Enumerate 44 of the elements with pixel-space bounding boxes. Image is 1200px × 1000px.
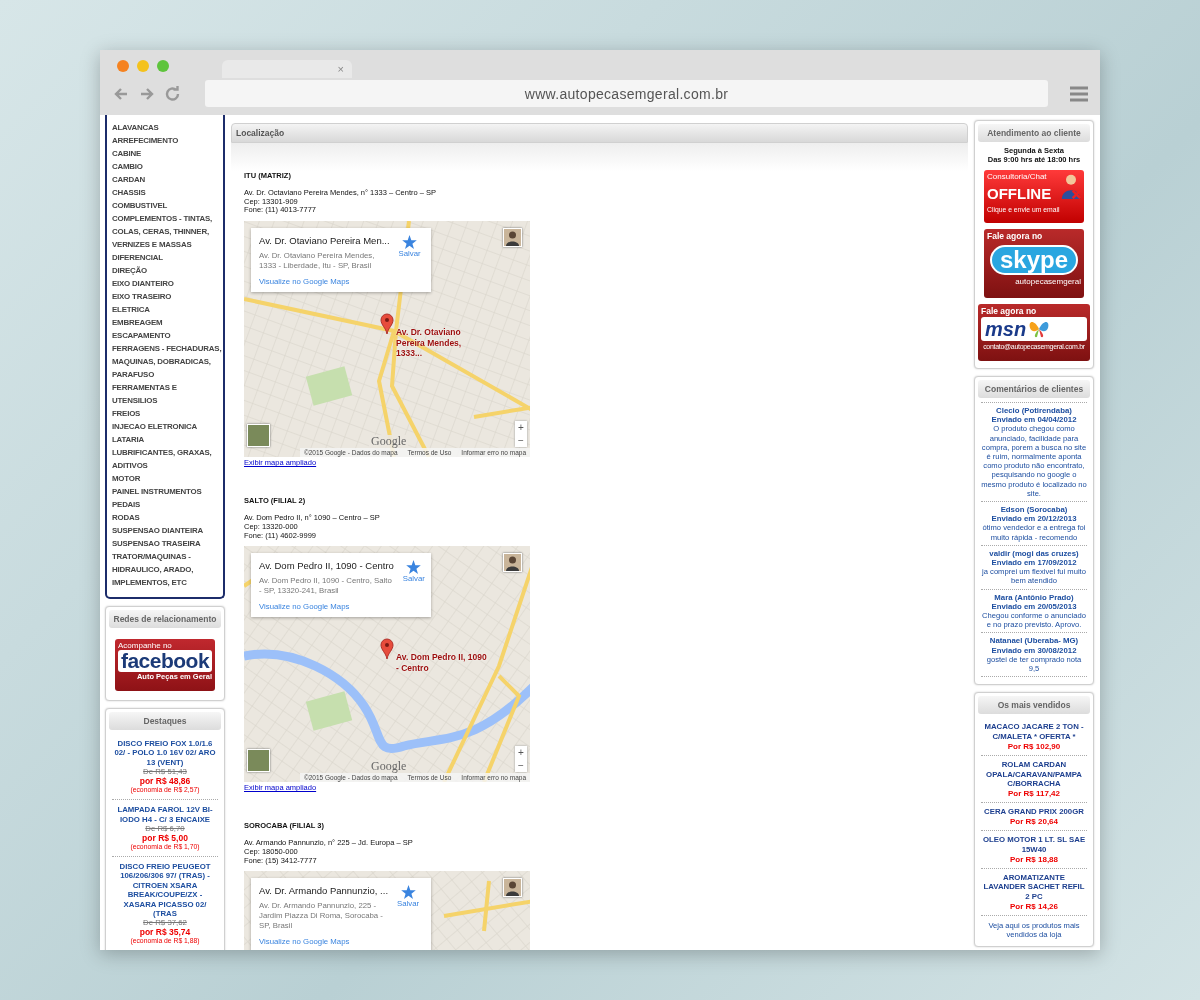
star-icon <box>400 885 416 900</box>
back-arrow-icon[interactable] <box>113 85 129 102</box>
user-silhouette-icon[interactable] <box>503 228 522 248</box>
address-bar[interactable]: www.autopecasemgeral.com.br <box>205 80 1048 107</box>
person-icon <box>1061 174 1081 199</box>
product-price: Por R$ 117,42 <box>1007 789 1060 799</box>
panel-header: Os mais vendidos <box>978 696 1090 715</box>
butterfly-icon <box>1028 319 1051 339</box>
close-window-button[interactable] <box>117 60 129 72</box>
satellite-thumbnail[interactable] <box>247 424 270 448</box>
map-logo: Google <box>369 760 409 774</box>
satellite-thumbnail[interactable] <box>247 749 270 773</box>
panel-header: Destaques <box>109 712 221 730</box>
user-silhouette-icon[interactable] <box>503 878 522 898</box>
map-pin-icon[interactable] <box>380 638 394 661</box>
zoom-out-button[interactable]: − <box>515 759 527 773</box>
sale-price: por R$ 48,86 <box>139 776 191 787</box>
map-logo: Google <box>369 435 409 449</box>
map-pin-icon[interactable] <box>380 313 394 336</box>
product-price: Por R$ 102,90 <box>1007 741 1061 751</box>
pin-label: Av. Dom Pedro II, 1090 - Centro <box>396 652 488 674</box>
product-price: Por R$ 14,26 <box>1010 902 1058 912</box>
product-price: Por R$ 18,88 <box>1010 854 1058 864</box>
skype-banner[interactable]: Fale agora no skype autopecasemgeral <box>984 229 1084 298</box>
menu-icon[interactable] <box>1070 85 1088 102</box>
user-silhouette-icon[interactable] <box>503 553 522 573</box>
pin-label: Av. Dr. Otaviano Pereira Mendes, 1333... <box>396 327 463 359</box>
forward-arrow-icon[interactable] <box>139 85 155 102</box>
place-title: Av. Dr. Armando Pannunzio, ... <box>259 885 389 897</box>
zoom-out-button[interactable]: − <box>515 434 527 448</box>
place-title: Av. Dom Pedro II, 1090 - Centro <box>259 560 394 572</box>
panel-header: Comentários de clientes <box>978 380 1090 398</box>
sale-price: por R$ 5,00 <box>142 833 188 844</box>
panel-header: Atendimento ao cliente <box>978 124 1090 142</box>
product-price: Por R$ 20,64 <box>1010 817 1058 827</box>
place-title: Av. Dr. Otaviano Pereira Men... <box>259 235 390 247</box>
panel-header: Redes de relacionamento <box>109 610 221 628</box>
zoom-in-button[interactable]: + <box>515 421 527 435</box>
section-header: Localização <box>231 123 968 143</box>
zoom-in-button[interactable]: + <box>515 746 527 760</box>
sale-price: por R$ 35,74 <box>139 927 191 938</box>
star-icon <box>406 560 422 575</box>
star-icon <box>402 235 418 250</box>
reload-icon[interactable] <box>165 85 181 102</box>
